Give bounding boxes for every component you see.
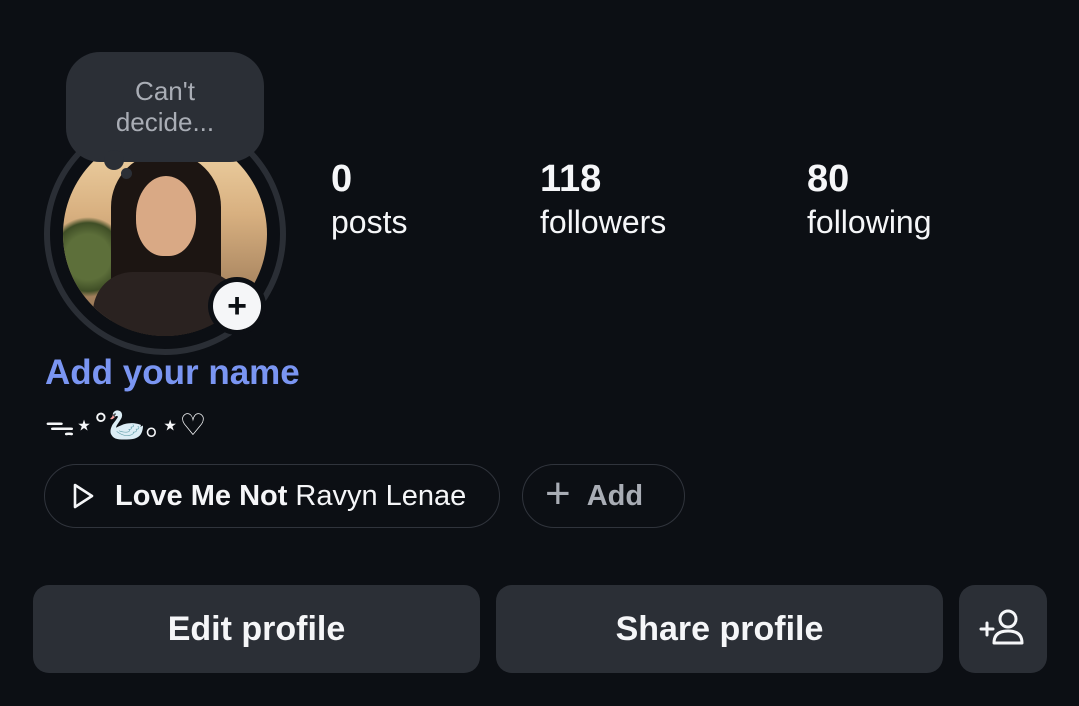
followers-label: followers bbox=[540, 204, 667, 240]
plus-icon: + bbox=[213, 282, 261, 330]
add-name-link[interactable]: Add your name bbox=[45, 353, 300, 393]
stat-posts[interactable]: 0 posts bbox=[331, 158, 407, 244]
note-text-line1: Can't bbox=[135, 76, 195, 106]
stat-followers[interactable]: 118 followers bbox=[540, 158, 666, 244]
add-friend-button[interactable] bbox=[959, 585, 1047, 673]
share-profile-button[interactable]: Share profile bbox=[496, 585, 943, 673]
music-chip[interactable]: Love Me Not Ravyn Lenae bbox=[44, 464, 500, 528]
note-tail-dot bbox=[104, 150, 124, 170]
avatar-face bbox=[136, 176, 196, 256]
note-text-line2: decide... bbox=[115, 107, 215, 137]
add-chip-label: Add bbox=[586, 479, 644, 512]
posts-count: 0 bbox=[331, 158, 353, 200]
note-tail-dot-small bbox=[121, 168, 132, 179]
play-icon bbox=[73, 483, 94, 509]
edit-profile-button[interactable]: Edit profile bbox=[33, 585, 480, 673]
stat-following[interactable]: 80 following bbox=[807, 158, 932, 244]
posts-label: posts bbox=[331, 204, 408, 240]
song-title: Love Me Not bbox=[115, 479, 288, 512]
followers-count: 118 bbox=[540, 158, 602, 200]
add-chip[interactable]: + Add bbox=[522, 464, 685, 528]
add-story-button[interactable]: + bbox=[208, 277, 266, 335]
plus-icon: + bbox=[545, 469, 571, 518]
note-bubble[interactable]: Can't decide... bbox=[66, 52, 264, 162]
following-count: 80 bbox=[807, 158, 850, 200]
bio-text: ᯓ⋆°🦢｡⋆♡ bbox=[45, 408, 207, 443]
add-person-icon bbox=[979, 609, 1024, 645]
following-label: following bbox=[807, 204, 932, 240]
song-artist: Ravyn Lenae bbox=[295, 479, 467, 512]
